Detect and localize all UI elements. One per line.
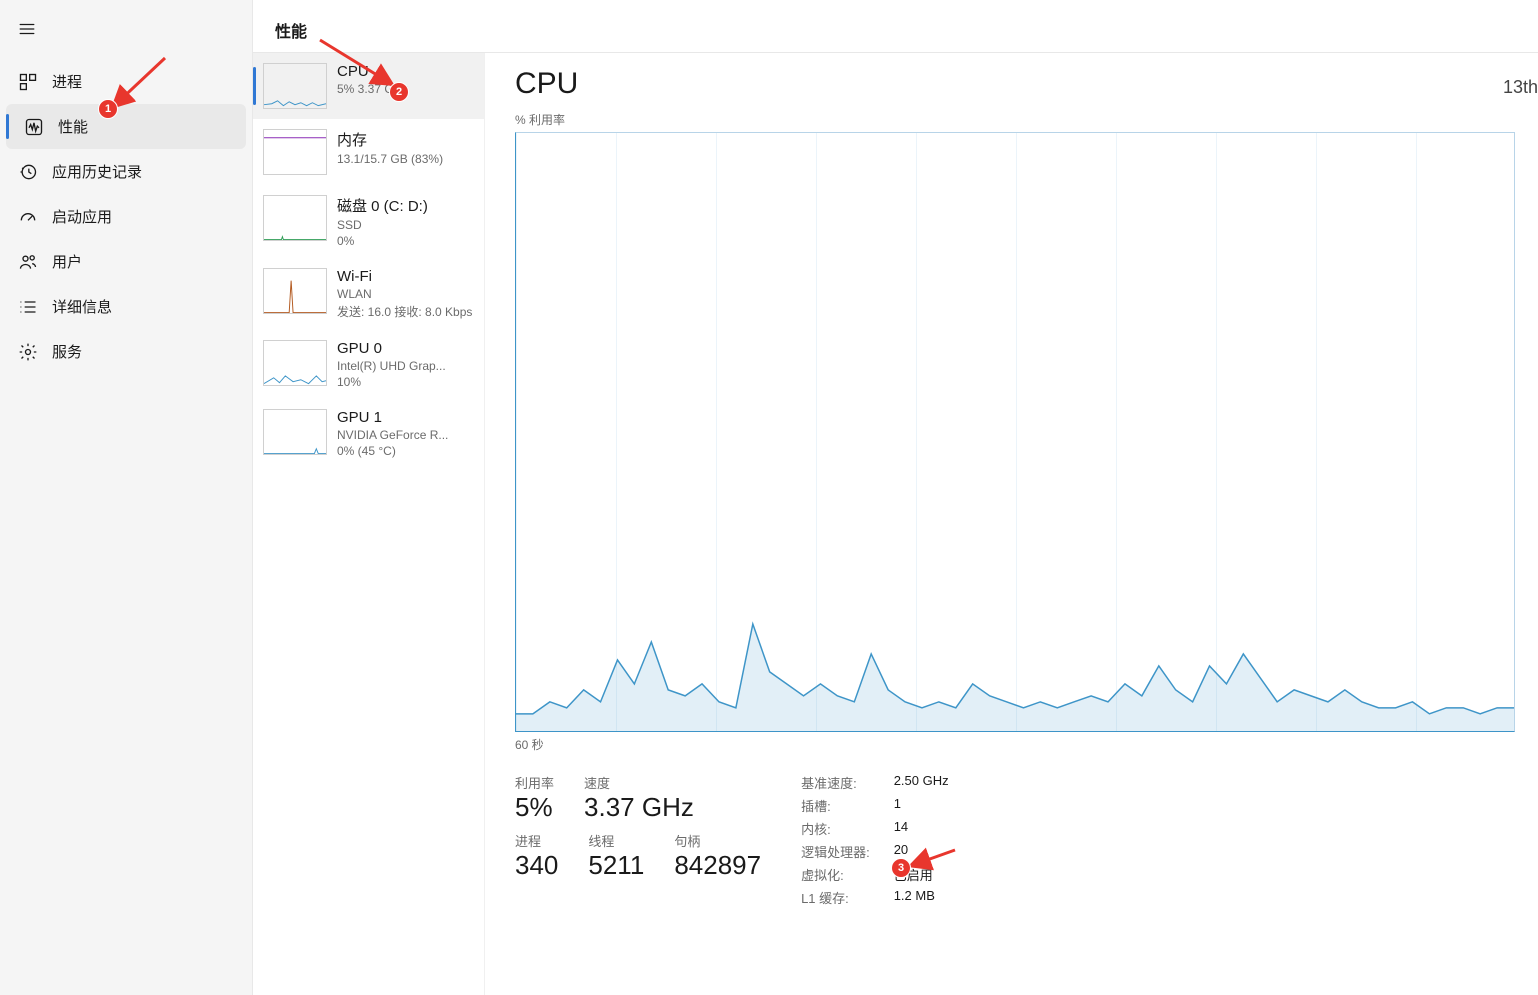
hamburger-icon <box>18 20 36 38</box>
users-icon <box>18 252 38 272</box>
perf-title: Wi-Fi <box>337 268 472 285</box>
stat-label: 速度 <box>584 773 694 792</box>
stat-value: 842897 <box>674 850 761 881</box>
gpu0-thumb <box>263 340 327 386</box>
perf-sub: Intel(R) UHD Grap... <box>337 359 446 373</box>
spec-sockets-value: 1 <box>894 796 949 815</box>
body: CPU 5% 3.37 GHz 内存 13.1/15.7 GB (83%) <box>253 53 1538 995</box>
perf-item-gpu0[interactable]: GPU 0 Intel(R) UHD Grap... 10% <box>253 330 484 399</box>
nav-item-performance[interactable]: 性能 <box>6 104 246 149</box>
spec-lprocs-value: 20 <box>894 842 949 861</box>
list-icon <box>18 297 38 317</box>
stat-value: 5211 <box>588 850 644 881</box>
spec-virt-label: 虚拟化: <box>801 865 870 884</box>
spec-l1-value: 1.2 MB <box>894 888 949 907</box>
perf-title: CPU <box>337 63 408 80</box>
nav-item-app-history[interactable]: 应用历史记录 <box>0 149 252 194</box>
mem-thumb <box>263 129 327 175</box>
perf-sub2: 10% <box>337 375 446 389</box>
hamburger-button[interactable] <box>0 10 252 53</box>
perf-title: GPU 0 <box>337 340 446 357</box>
perf-sub: SSD <box>337 218 428 232</box>
perf-item-memory[interactable]: 内存 13.1/15.7 GB (83%) <box>253 119 484 185</box>
stat-label: 利用率 <box>515 773 554 792</box>
stat-value: 340 <box>515 850 558 881</box>
nav-label: 用户 <box>52 251 82 272</box>
spec-cores-label: 内核: <box>801 819 870 838</box>
spec-lprocs-label: 逻辑处理器: <box>801 842 870 861</box>
stat-speed: 速度 3.37 GHz <box>584 773 694 823</box>
perf-list: CPU 5% 3.37 GHz 内存 13.1/15.7 GB (83%) <box>253 53 485 995</box>
spec-base-value: 2.50 GHz <box>894 773 949 792</box>
nav-label: 详细信息 <box>52 296 112 317</box>
cpu-thumb <box>263 63 327 109</box>
perf-sub2: 发送: 16.0 接收: 8.0 Kbps <box>337 303 472 320</box>
spec-cores-value: 14 <box>894 819 949 838</box>
nav-item-processes[interactable]: 进程 <box>0 59 252 104</box>
content: 性能 CPU 5% 3.37 GHz 内存 13.1/15.7 GB (83%) <box>253 0 1538 995</box>
cpu-detail: CPU 13th % 利用率 60 秒 利用率 5% <box>485 53 1538 995</box>
spec-virt-value: 已启用 <box>894 865 949 884</box>
nav-item-services[interactable]: 服务 <box>0 329 252 374</box>
perf-sub2: 0% <box>337 234 428 248</box>
perf-item-gpu1[interactable]: GPU 1 NVIDIA GeForce R... 0% (45 °C) <box>253 399 484 468</box>
perf-title: 内存 <box>337 129 443 150</box>
history-icon <box>18 162 38 182</box>
chart-y-label: % 利用率 <box>515 111 565 128</box>
spec-l1-label: L1 缓存: <box>801 888 870 907</box>
nav-label: 应用历史记录 <box>52 161 142 182</box>
nav-item-details[interactable]: 详细信息 <box>0 284 252 329</box>
stat-label: 进程 <box>515 831 558 850</box>
nav-item-users[interactable]: 用户 <box>0 239 252 284</box>
nav-label: 性能 <box>58 116 88 137</box>
stat-handles: 句柄 842897 <box>674 831 761 881</box>
cpu-model: 13th <box>1503 77 1538 98</box>
page-title: 性能 <box>253 0 1538 53</box>
nav-label: 服务 <box>52 341 82 362</box>
perf-sub: WLAN <box>337 287 472 301</box>
specs-table: 基准速度: 2.50 GHz 插槽: 1 内核: 14 逻辑处理器: 20 虚拟… <box>801 773 949 907</box>
disk-thumb <box>263 195 327 241</box>
stat-threads: 线程 5211 <box>588 831 644 881</box>
detail-title: CPU <box>515 67 578 101</box>
perf-sub: 5% 3.37 GHz <box>337 82 408 96</box>
nav-list: 进程 性能 应用历史记录 启动应用 用户 详细信息 服务 <box>0 59 252 374</box>
spec-base-label: 基准速度: <box>801 773 870 792</box>
cpu-chart[interactable] <box>515 132 1515 732</box>
stat-label: 句柄 <box>674 831 761 850</box>
nav-item-startup[interactable]: 启动应用 <box>0 194 252 239</box>
nav-label: 启动应用 <box>52 206 112 227</box>
grid-icon <box>18 72 38 92</box>
perf-item-disk0[interactable]: 磁盘 0 (C: D:) SSD 0% <box>253 185 484 258</box>
stat-value: 5% <box>515 792 554 823</box>
stat-value: 3.37 GHz <box>584 792 694 823</box>
perf-item-wifi[interactable]: Wi-Fi WLAN 发送: 16.0 接收: 8.0 Kbps <box>253 258 484 330</box>
stat-utilization: 利用率 5% <box>515 773 554 823</box>
nav-rail: 进程 性能 应用历史记录 启动应用 用户 详细信息 服务 <box>0 0 253 995</box>
stat-label: 线程 <box>588 831 644 850</box>
heartbeat-icon <box>24 117 44 137</box>
wifi-thumb <box>263 268 327 314</box>
perf-title: 磁盘 0 (C: D:) <box>337 195 428 216</box>
nav-label: 进程 <box>52 71 82 92</box>
gauge-icon <box>18 207 38 227</box>
perf-item-cpu[interactable]: CPU 5% 3.37 GHz <box>253 53 484 119</box>
stat-processes: 进程 340 <box>515 831 558 881</box>
perf-sub: 13.1/15.7 GB (83%) <box>337 152 443 166</box>
gear-icon <box>18 342 38 362</box>
spec-sockets-label: 插槽: <box>801 796 870 815</box>
gpu1-thumb <box>263 409 327 455</box>
perf-sub2: 0% (45 °C) <box>337 444 448 458</box>
chart-x-label: 60 秒 <box>515 736 1538 753</box>
perf-sub: NVIDIA GeForce R... <box>337 428 448 442</box>
perf-title: GPU 1 <box>337 409 448 426</box>
